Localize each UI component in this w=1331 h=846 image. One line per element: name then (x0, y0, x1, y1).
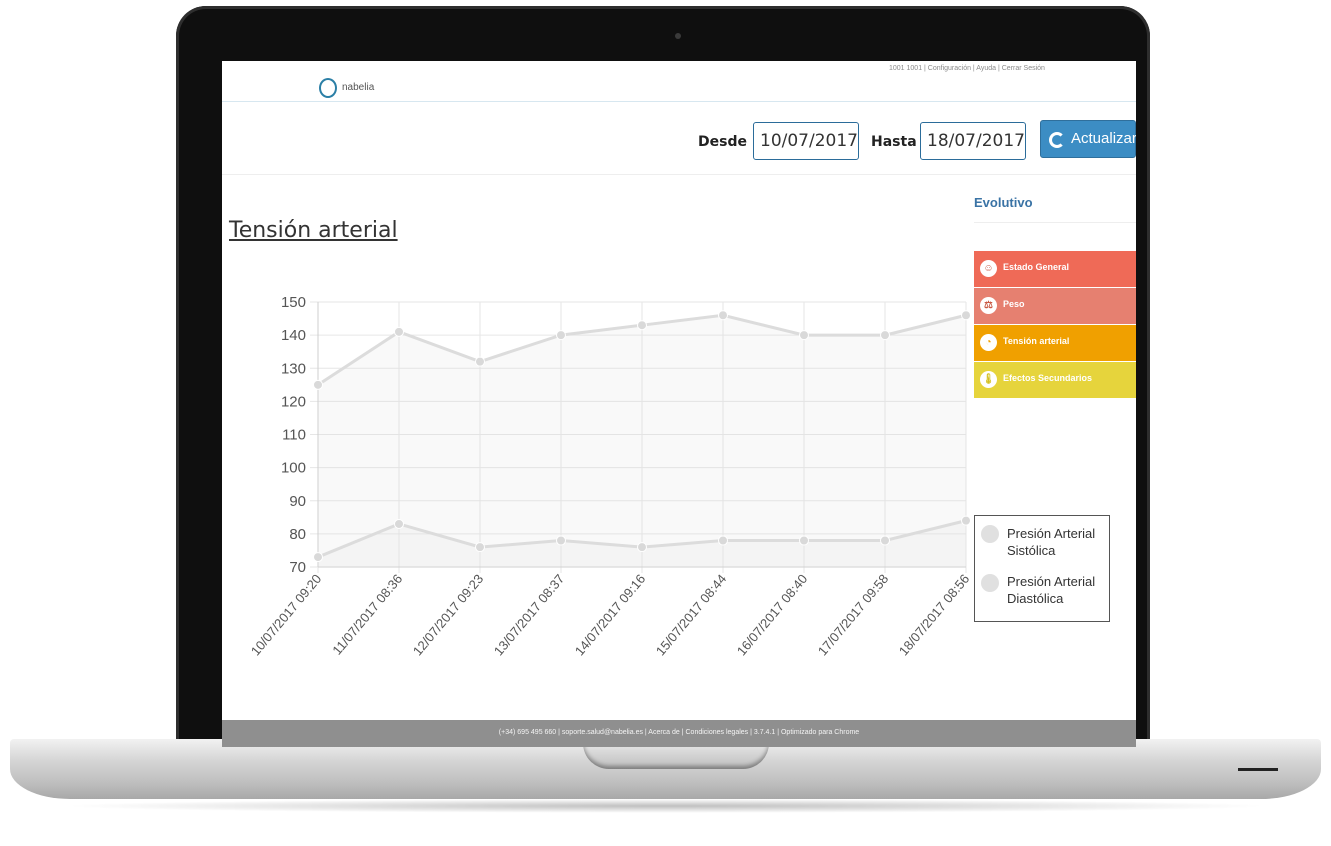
legend-label-diastolic: Presión Arterial Diastólica (1007, 574, 1096, 606)
date-filter-bar: Desde 10/07/2017 Hasta 18/07/2017 Actual… (222, 103, 1136, 175)
x-tick-label: 10/07/2017 09:20 (248, 571, 325, 658)
data-point-diastolic (394, 518, 404, 529)
status-light (1238, 768, 1278, 771)
laptop-shadow (60, 799, 1271, 813)
x-tick-label: 18/07/2017 08:56 (896, 571, 973, 658)
y-tick-label: 120 (281, 393, 306, 410)
from-label: Desde (698, 134, 747, 150)
update-button-label: Actualizar (1071, 130, 1136, 147)
y-tick-label: 100 (281, 460, 306, 477)
to-date-field[interactable]: 18/07/2017 (920, 122, 1026, 160)
data-point-systolic (718, 310, 728, 321)
sidebar-item-label: Estado General (1003, 262, 1070, 272)
data-point-systolic (394, 326, 404, 337)
blood-pressure-chart: 70 80 90 100 110 120 130 140 150 10/07/2017 09:20… (248, 294, 973, 658)
y-tick-label: 70 (289, 559, 306, 576)
data-point-systolic (637, 320, 647, 331)
data-point-diastolic (313, 552, 323, 563)
smiley-icon: ☺ (980, 260, 997, 277)
sidebar-divider (974, 222, 1136, 223)
data-point-systolic (880, 330, 890, 341)
top-bar: nabelia 1001 1001 | Configuración | Ayud… (222, 61, 1136, 102)
data-point-diastolic (961, 515, 971, 526)
x-tick-label: 13/07/2017 08:37 (491, 571, 568, 658)
scale-icon: ⚖ (980, 297, 997, 314)
legend-marker-diastolic (981, 574, 999, 592)
data-point-systolic (475, 356, 485, 367)
sidebar-item-label: Tensión arterial (1003, 336, 1070, 346)
data-point-diastolic (718, 535, 728, 546)
x-tick-label: 14/07/2017 09:16 (572, 571, 649, 658)
y-tick-label: 150 (281, 294, 306, 311)
sidebar-title: Evolutivo (974, 195, 1033, 210)
page-title: Tensión arterial (229, 218, 398, 243)
thermometer-icon: 🌡 (980, 371, 997, 388)
refresh-icon (1049, 132, 1065, 148)
x-tick-label: 12/07/2017 09:23 (410, 571, 487, 658)
from-date-field[interactable]: 10/07/2017 (753, 122, 859, 160)
data-point-systolic (961, 310, 971, 321)
sidebar-item-tension-arterial[interactable]: ◔ Tensión arterial (974, 325, 1136, 361)
x-tick-label: 16/07/2017 08:40 (734, 571, 811, 658)
data-point-diastolic (880, 535, 890, 546)
logo-icon (319, 78, 337, 98)
logo-text: nabelia (342, 82, 375, 93)
data-point-diastolic (475, 542, 485, 553)
data-point-systolic (556, 330, 566, 341)
data-point-diastolic (637, 542, 647, 553)
y-tick-label: 110 (282, 427, 306, 444)
legend-label-systolic: Presión Arterial Sistólica (1007, 526, 1096, 558)
x-tick-label: 17/07/2017 09:58 (815, 571, 892, 658)
y-tick-label: 90 (289, 493, 306, 510)
x-tick-label: 11/07/2017 08:36 (329, 571, 405, 657)
x-tick-label: 15/07/2017 08:44 (653, 571, 730, 658)
sidebar-item-label: Peso (1003, 299, 1025, 309)
y-tick-label: 80 (289, 526, 306, 543)
sidebar-item-peso[interactable]: ⚖ Peso (974, 288, 1136, 324)
data-point-diastolic (799, 535, 809, 546)
update-button[interactable]: Actualizar (1040, 120, 1136, 158)
data-point-diastolic (556, 535, 566, 546)
footer: (+34) 695 495 660 | soporte.salud@nabeli… (222, 720, 1136, 747)
to-label: Hasta (871, 134, 917, 150)
chart-legend: Presión Arterial Sistólica Presión Arter… (974, 515, 1110, 622)
legend-marker-systolic (981, 525, 999, 543)
sidebar: Evolutivo ☺ Estado General ⚖ Peso ◔ Tens… (974, 175, 1136, 715)
pressure-gauge-icon: ◔ (980, 334, 997, 351)
user-links[interactable]: 1001 1001 | Configuración | Ayuda | Cerr… (889, 65, 1045, 72)
camera-icon (675, 33, 681, 39)
data-point-systolic (313, 379, 323, 390)
app-screen: nabelia 1001 1001 | Configuración | Ayud… (222, 61, 1136, 747)
sidebar-item-efectos-secundarios[interactable]: 🌡 Efectos Secundarios (974, 362, 1136, 398)
data-point-systolic (799, 330, 809, 341)
y-tick-label: 130 (281, 360, 306, 377)
sidebar-item-label: Efectos Secundarios (1003, 373, 1093, 383)
sidebar-item-estado-general[interactable]: ☺ Estado General (974, 251, 1136, 287)
y-tick-label: 140 (281, 327, 306, 344)
